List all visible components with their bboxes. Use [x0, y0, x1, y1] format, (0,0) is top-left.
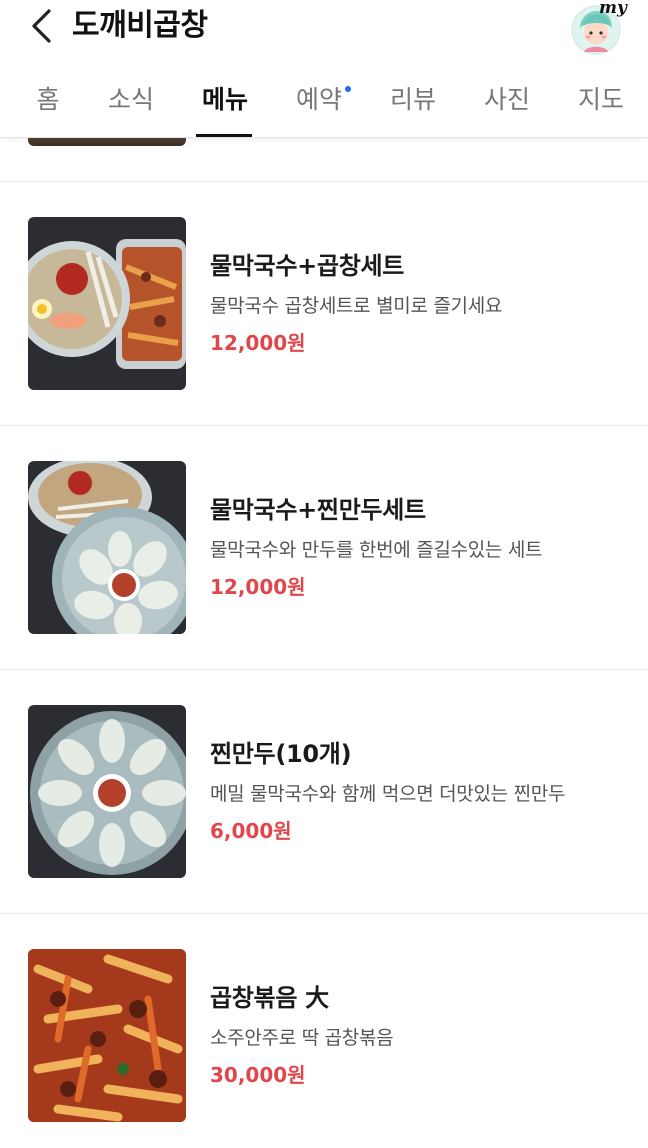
tab-home[interactable]: 홈 — [24, 80, 72, 120]
menu-item-name: 물막국수+곱창세트 — [210, 252, 405, 280]
app-header: 도깨비곱창 my — [0, 0, 648, 60]
tab-reviews[interactable]: 리뷰 — [382, 80, 444, 120]
tab-map[interactable]: 지도 — [570, 80, 632, 120]
menu-item-name: 곱창볶음 大 — [210, 984, 329, 1012]
active-tab-indicator — [196, 134, 252, 137]
avatar-label: my — [599, 0, 627, 18]
menu-item-name: 물막국수+찐만두세트 — [210, 496, 426, 524]
tab-photos[interactable]: 사진 — [476, 80, 538, 120]
menu-item-photo — [28, 705, 186, 878]
new-indicator-dot — [345, 86, 351, 92]
page-title: 도깨비곱창 — [72, 8, 208, 43]
menu-item-photo — [28, 217, 186, 390]
menu-item-price: 6,000원 — [210, 819, 292, 843]
chevron-left-icon — [32, 9, 51, 43]
menu-item-description: 메밀 물막국수와 함께 먹으면 더맛있는 찐만두 — [210, 783, 566, 805]
menu-item[interactable]: 찐만두(10개) 메밀 물막국수와 함께 먹으면 더맛있는 찐만두 6,000원 — [0, 670, 648, 914]
back-button[interactable] — [22, 6, 62, 46]
menu-item[interactable]: 곱창볶음 大 소주안주로 딱 곱창볶음 30,000원 — [0, 914, 648, 1148]
menu-item-price: 30,000원 — [210, 1063, 306, 1087]
menu-item[interactable]: 물막국수+찐만두세트 물막국수와 만두를 한번에 즐길수있는 세트 12,000… — [0, 426, 648, 670]
tab-reservation[interactable]: 예약 — [288, 80, 350, 120]
tab-bar: 홈 소식 메뉴 예약 리뷰 사진 지도 — [0, 66, 648, 138]
my-avatar-button[interactable]: my — [570, 0, 627, 56]
menu-item-price: 12,000원 — [210, 575, 306, 599]
previous-item-thumbnail[interactable] — [28, 138, 186, 146]
menu-item-photo — [28, 461, 186, 634]
menu-item[interactable]: 물막국수+곱창세트 물막국수 곱창세트로 별미로 즐기세요 12,000원 — [0, 182, 648, 426]
menu-item-price: 12,000원 — [210, 331, 306, 355]
menu-item-description: 물막국수 곱창세트로 별미로 즐기세요 — [210, 295, 503, 317]
tab-menu[interactable]: 메뉴 — [194, 80, 256, 120]
menu-list: 물막국수+곱창세트 물막국수 곱창세트로 별미로 즐기세요 12,000원 물막… — [0, 138, 648, 1148]
menu-item-description: 소주안주로 딱 곱창볶음 — [210, 1027, 394, 1049]
menu-item-description: 물막국수와 만두를 한번에 즐길수있는 세트 — [210, 539, 543, 561]
menu-item-photo — [28, 949, 186, 1122]
menu-item-name: 찐만두(10개) — [210, 740, 352, 768]
tab-news[interactable]: 소식 — [100, 80, 162, 120]
